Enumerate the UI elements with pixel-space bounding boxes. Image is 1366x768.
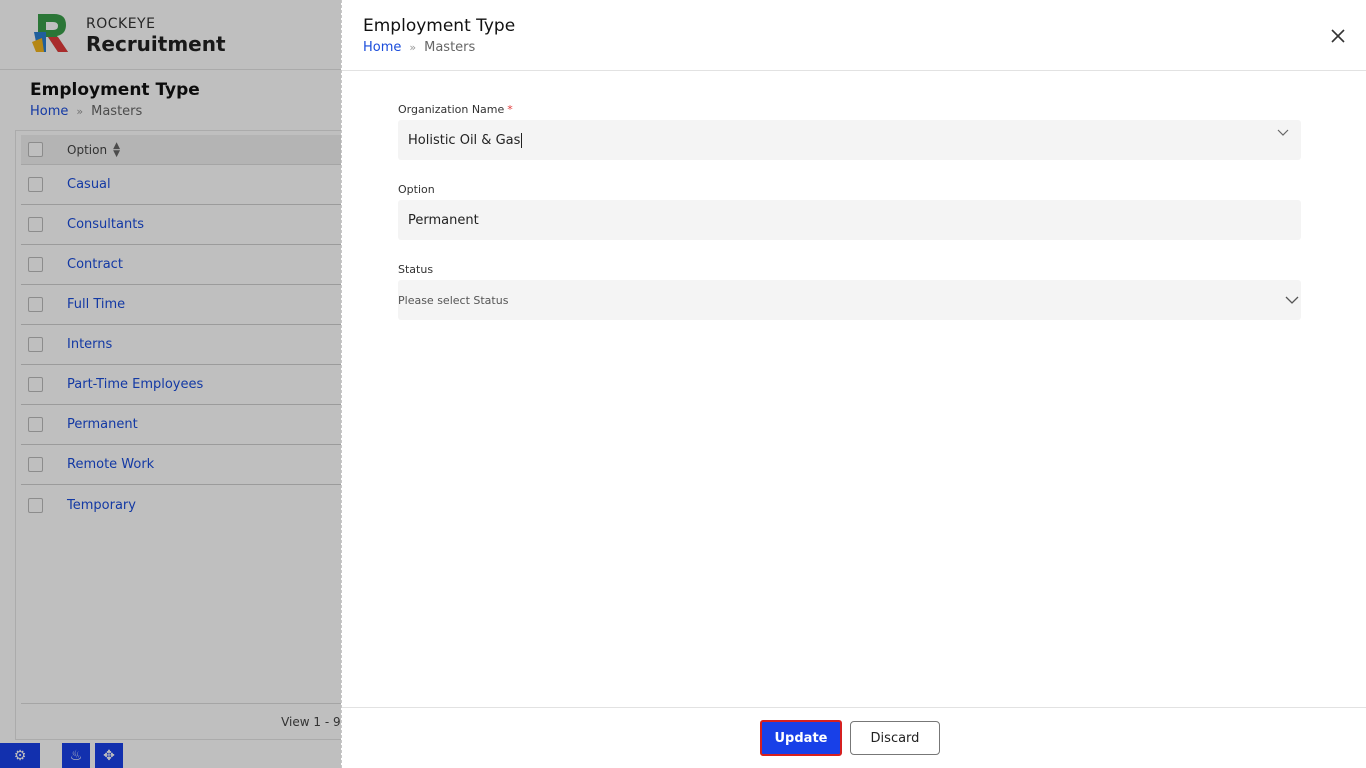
drawer-header: Employment Type Home » Masters — [342, 0, 1366, 71]
status-label: Status — [398, 263, 434, 276]
organization-name-label-text: Organization Name — [398, 103, 505, 116]
close-icon[interactable] — [1328, 26, 1348, 46]
option-value: Permanent — [408, 212, 479, 228]
option-input[interactable]: Permanent — [398, 200, 1301, 240]
status-select[interactable]: Please select Status — [398, 280, 1301, 320]
edit-drawer: Employment Type Home » Masters Organizat… — [341, 0, 1366, 768]
discard-button[interactable]: Discard — [850, 721, 940, 755]
drawer-title: Employment Type — [363, 16, 516, 36]
drawer-breadcrumb: Home » Masters — [363, 40, 475, 55]
employment-type-form: Organization Name * Holistic Oil & Gas Op… — [398, 100, 1301, 320]
drawer-footer: Update Discard — [342, 707, 1366, 768]
breadcrumb-chevron-icon: » — [409, 41, 417, 54]
chevron-down-icon[interactable] — [1285, 293, 1299, 307]
drawer-breadcrumb-home-link[interactable]: Home — [363, 40, 401, 55]
organization-name-label: Organization Name * — [398, 100, 1301, 120]
organization-name-select[interactable]: Holistic Oil & Gas — [398, 120, 1301, 160]
drawer-breadcrumb-current: Masters — [424, 40, 476, 55]
required-marker: * — [507, 103, 513, 116]
option-label: Option — [398, 183, 435, 196]
text-caret — [521, 132, 523, 148]
update-button[interactable]: Update — [760, 720, 842, 756]
organization-name-value: Holistic Oil & Gas — [408, 132, 521, 148]
status-placeholder: Please select Status — [398, 293, 509, 307]
chevron-down-icon[interactable] — [1277, 127, 1289, 139]
